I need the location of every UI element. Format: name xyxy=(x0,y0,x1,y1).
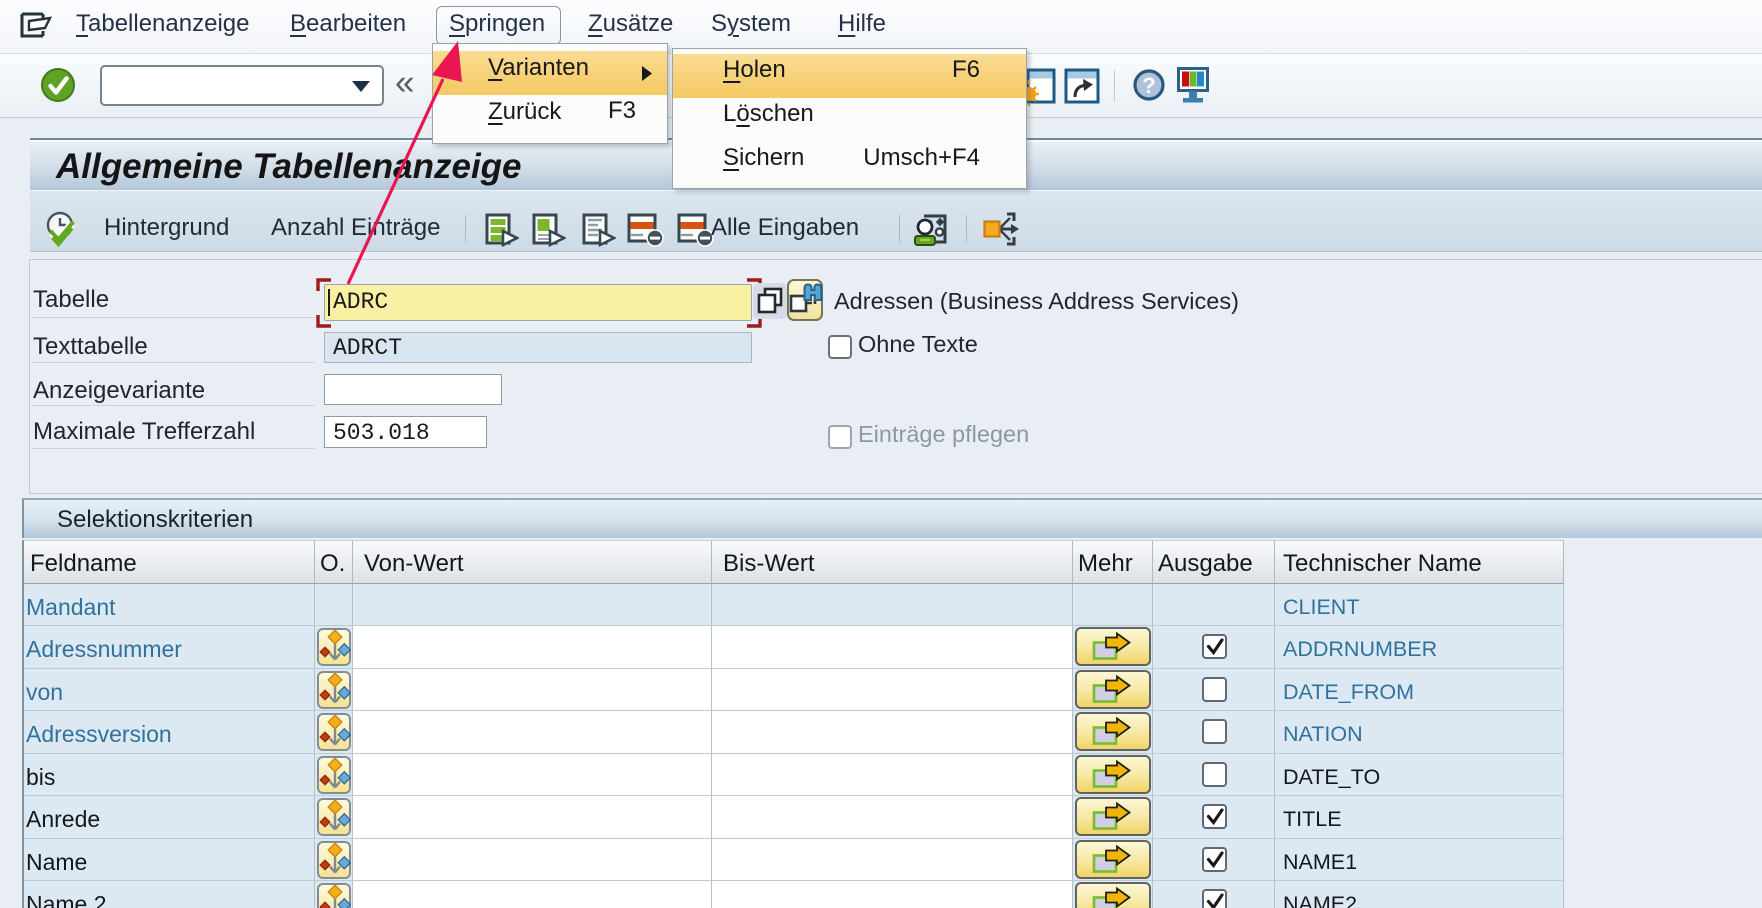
svg-text:?: ? xyxy=(1142,73,1155,98)
